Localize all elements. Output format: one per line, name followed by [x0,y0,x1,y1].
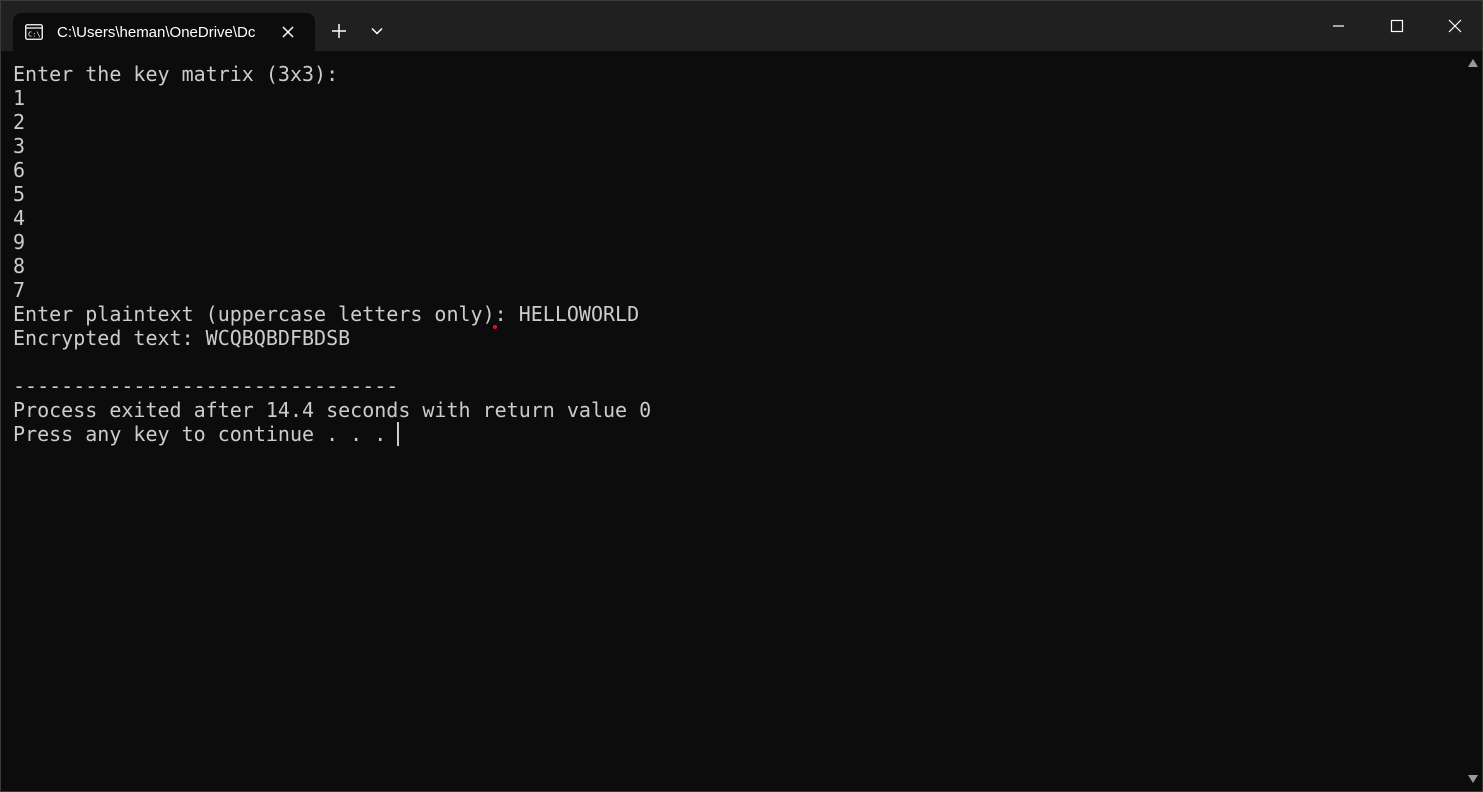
console-line: 2 [13,110,26,134]
close-icon[interactable] [1443,16,1467,36]
spell-marker [493,325,497,329]
scroll-down-arrow-icon[interactable] [1468,775,1478,783]
vertical-scrollbar[interactable] [1463,51,1482,791]
console-line: 8 [13,254,26,278]
minimize-icon[interactable] [1326,16,1350,36]
text-cursor [397,422,399,446]
console-line: Press any key to continue . . . [13,422,399,446]
scroll-up-arrow-icon[interactable] [1468,59,1478,67]
terminal-window: C:\ C:\Users\heman\OneDrive\Dc Enter the [0,0,1483,792]
title-bar: C:\ C:\Users\heman\OneDrive\Dc [1,1,1482,51]
svg-text:C:\: C:\ [28,31,41,39]
tab-terminal[interactable]: C:\ C:\Users\heman\OneDrive\Dc [13,13,315,51]
close-icon[interactable] [279,23,297,41]
console-line: 7 [13,278,26,302]
console-line: -------------------------------- [13,374,399,398]
console-line: 5 [13,182,26,206]
console-line: Encrypted text: WCQBQBDFBDSB [13,326,351,350]
console-line: 9 [13,230,26,254]
terminal-icon: C:\ [25,24,43,40]
chevron-down-icon[interactable] [369,23,385,39]
maximize-icon[interactable] [1385,16,1409,36]
console-line: Process exited after 14.4 seconds with r… [13,398,652,422]
console-line: Enter plaintext (uppercase letters only)… [13,302,640,326]
tab-title: C:\Users\heman\OneDrive\Dc [57,24,256,41]
console-line: 4 [13,206,26,230]
console-line: 3 [13,134,26,158]
plus-icon[interactable] [329,21,349,41]
console-line: 6 [13,158,26,182]
console-line: Enter the key matrix (3x3): [13,62,339,86]
console-line: 1 [13,86,26,110]
